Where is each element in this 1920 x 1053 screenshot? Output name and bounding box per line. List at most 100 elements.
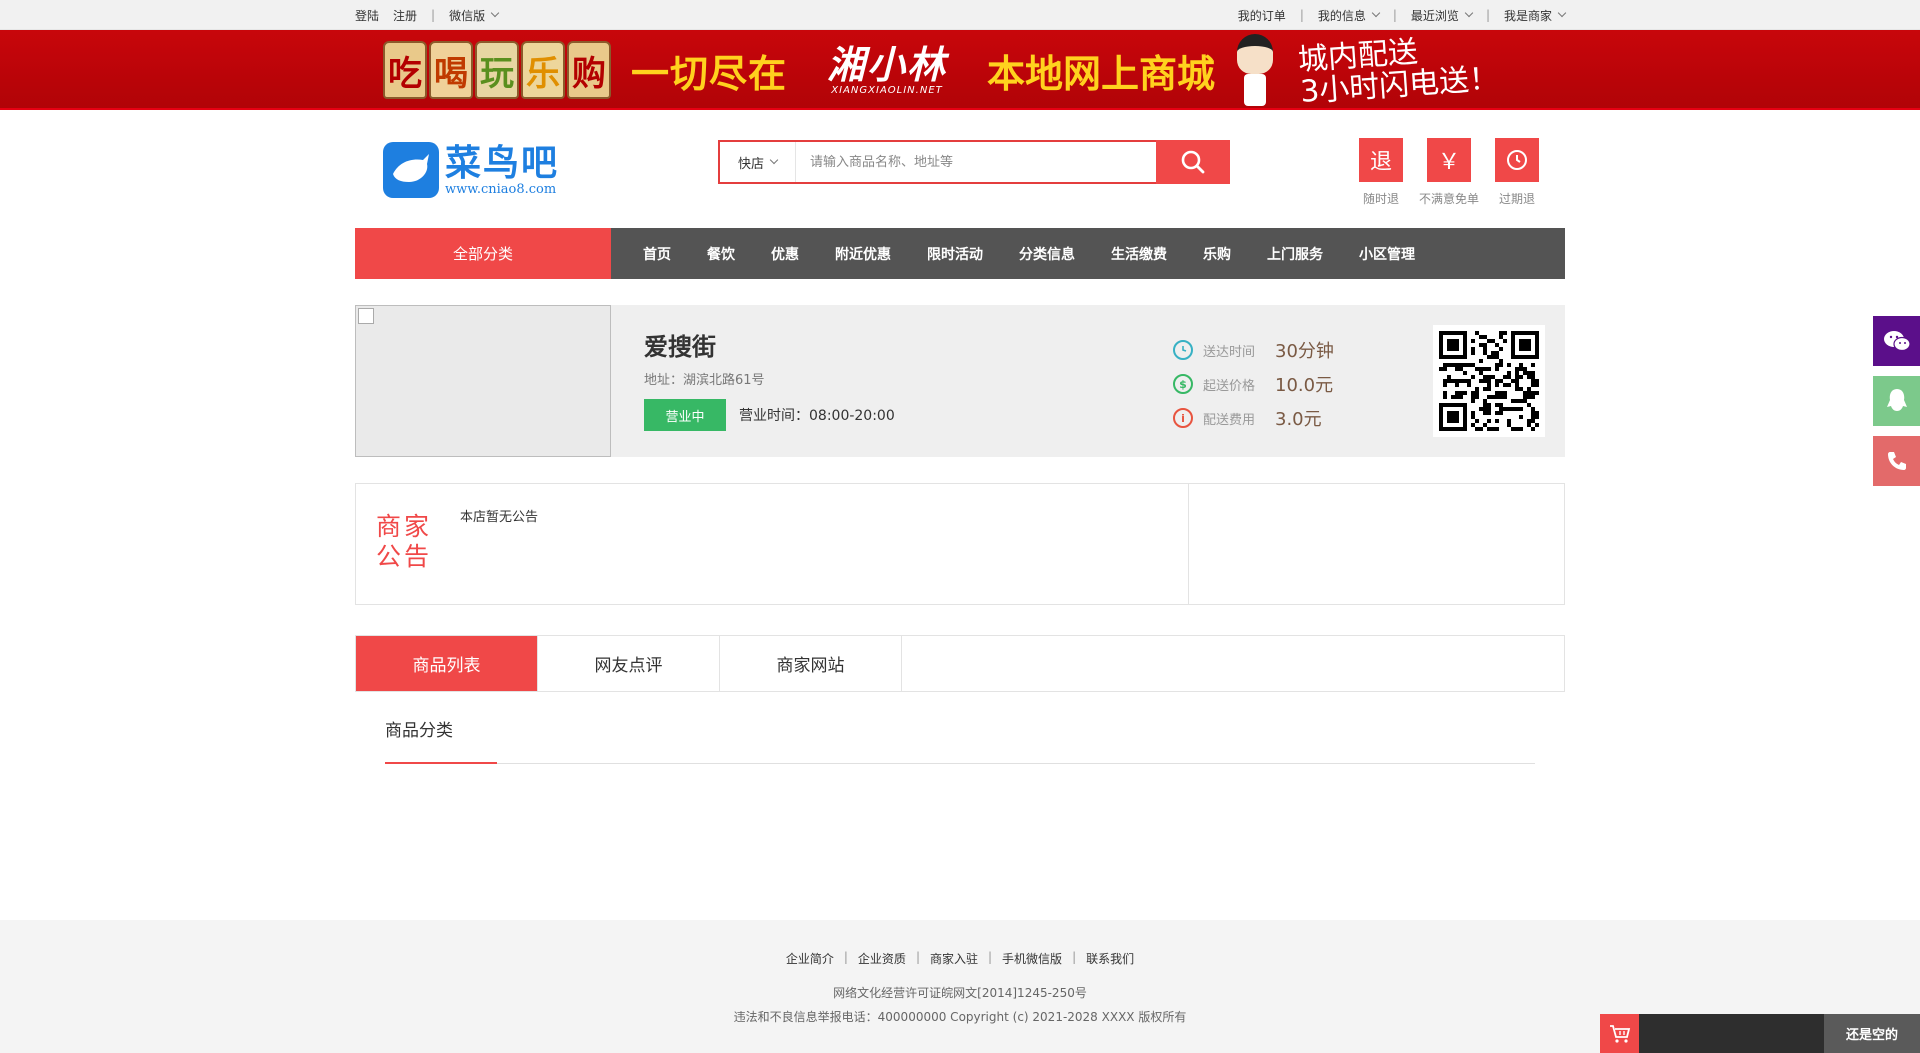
recent-menu[interactable]: 最近浏览	[1410, 7, 1474, 24]
main-nav: 全部分类 首页 餐饮 优惠 附近优惠 限时活动 分类信息 生活缴费 乐购 上门服…	[355, 228, 1565, 279]
wechat-icon	[1883, 331, 1911, 352]
all-categories-button[interactable]: 全部分类	[355, 228, 611, 279]
my-orders-link[interactable]: 我的订单	[1238, 7, 1286, 24]
search-button[interactable]	[1156, 140, 1230, 184]
my-info-label: 我的信息	[1317, 8, 1366, 23]
promise-free-if-unsatisfied: ￥ 不满意免单	[1415, 138, 1483, 207]
promise-expired-refund: 过期退	[1483, 138, 1551, 207]
notice-title: 商家公告	[376, 512, 433, 571]
banner-slogan-left: 一切尽在	[631, 51, 788, 96]
shop-address: 地址：湖滨北路61号	[644, 373, 765, 388]
shop-image	[355, 305, 611, 457]
nav-item-home[interactable]: 首页	[625, 244, 689, 264]
mascot-illustration	[1235, 32, 1275, 108]
stat-value: 30分钟	[1275, 341, 1334, 362]
promo-banner[interactable]: 吃 喝 玩 乐 购 一切尽在 湘小林 XIANGXIAOLIN.NET 本地网上…	[0, 30, 1920, 110]
tab-product-list[interactable]: 商品列表	[356, 636, 538, 691]
search-bar: 快店	[718, 140, 1230, 184]
login-link[interactable]: 登陆	[355, 7, 379, 24]
nav-item-dining[interactable]: 餐饮	[689, 244, 753, 264]
banner-tags: 吃 喝 玩 乐 购	[383, 41, 613, 99]
banner-brand: 湘小林 XIANGXIAOLIN.NET	[797, 43, 977, 97]
nav-item-classifieds[interactable]: 分类信息	[1001, 244, 1093, 264]
category-title: 商品分类	[385, 716, 1535, 764]
phone-button[interactable]	[1873, 436, 1920, 486]
stat-value: 10.0元	[1275, 375, 1334, 396]
nav-item-home-service[interactable]: 上门服务	[1249, 244, 1341, 264]
wechat-version-label: 微信版	[449, 8, 486, 23]
category-title-text: 商品分类	[385, 721, 453, 741]
shop-tabs: 商品列表 网友点评 商家网站	[355, 635, 1565, 692]
divider	[1188, 484, 1189, 604]
qq-icon	[1886, 389, 1907, 411]
service-promises: 退 随时退 ￥ 不满意免单 过期退	[1347, 138, 1551, 207]
qq-button[interactable]	[1873, 376, 1920, 426]
divider: |	[843, 950, 848, 964]
stat-label: 送达时间	[1203, 344, 1256, 360]
cart-bar[interactable]: 还是空的	[1600, 1014, 1920, 1053]
chevron-down-icon	[769, 155, 779, 165]
wechat-button[interactable]	[1873, 316, 1920, 366]
top-bar: 登陆 注册 | 微信版 我的订单 | 我的信息 | 最近浏览 | 我是商家	[0, 0, 1920, 30]
cart-summary	[1639, 1014, 1824, 1053]
product-categories: 商品分类	[385, 716, 1535, 764]
banner-tag: 喝	[429, 41, 473, 99]
footer-link-join[interactable]: 商家入驻	[930, 950, 978, 967]
clock-icon	[1495, 138, 1539, 182]
register-link[interactable]: 注册	[393, 7, 417, 24]
search-input[interactable]	[796, 142, 1156, 182]
nav-item-nearby-deals[interactable]: 附近优惠	[817, 244, 909, 264]
cart-status: 还是空的	[1824, 1014, 1920, 1053]
stat-label: 起送价格	[1203, 378, 1256, 394]
stat-min-order: $ 起送价格 10.0元	[1173, 367, 1334, 401]
shop-info: 爱搜街 地址：湖滨北路61号 营业中 营业时间：08:00-20:00 送达时间…	[355, 305, 1565, 457]
merchant-notice: 商家公告 本店暂无公告	[355, 483, 1565, 605]
stat-value: 3.0元	[1275, 409, 1322, 430]
divider: |	[431, 8, 436, 22]
banner-brand-name: 湘小林	[827, 42, 948, 87]
search-type-select[interactable]: 快店	[720, 142, 796, 182]
site-header: 菜鸟吧 www.cniao8.com 快店 退 随时退 ￥ 不满意免单	[0, 110, 1920, 228]
banner-tag: 乐	[521, 41, 565, 99]
footer-link-mobile[interactable]: 手机微信版	[1002, 950, 1062, 967]
stat-delivery-fee: i 配送费用 3.0元	[1173, 401, 1334, 435]
nav-item-shopping[interactable]: 乐购	[1185, 244, 1249, 264]
cart-icon[interactable]	[1600, 1014, 1639, 1053]
logo-url: www.cniao8.com	[445, 181, 557, 197]
my-info-menu[interactable]: 我的信息	[1317, 7, 1381, 24]
qr-code	[1433, 325, 1545, 437]
banner-tag: 玩	[475, 41, 519, 99]
nav-item-flash-sale[interactable]: 限时活动	[909, 244, 1001, 264]
banner-slogan-right: 本地网上商城	[987, 51, 1216, 96]
promise-label: 过期退	[1498, 192, 1535, 206]
footer-links: 企业简介 | 企业资质 | 商家入驻 | 手机微信版 | 联系我们	[0, 950, 1920, 967]
footer-link-about[interactable]: 企业简介	[786, 950, 834, 967]
active-underline	[385, 762, 497, 764]
divider: |	[1072, 950, 1077, 964]
wechat-version-menu[interactable]: 微信版	[449, 7, 500, 24]
divider: |	[988, 950, 993, 964]
clock-icon	[1173, 340, 1193, 360]
divider: |	[1299, 8, 1304, 22]
site-logo[interactable]: 菜鸟吧 www.cniao8.com	[383, 142, 559, 198]
nav-item-deals[interactable]: 优惠	[753, 244, 817, 264]
promise-label: 不满意免单	[1418, 192, 1479, 206]
divider: |	[915, 950, 920, 964]
nav-item-community[interactable]: 小区管理	[1341, 244, 1433, 264]
refund-icon: 退	[1359, 138, 1403, 182]
footer-link-qualification[interactable]: 企业资质	[858, 950, 906, 967]
notice-text: 本店暂无公告	[460, 510, 539, 525]
tab-merchant-site[interactable]: 商家网站	[720, 636, 902, 691]
chevron-down-icon	[1464, 8, 1474, 18]
nav-item-bill-pay[interactable]: 生活缴费	[1093, 244, 1185, 264]
search-icon	[1181, 150, 1205, 174]
merchant-menu[interactable]: 我是商家	[1504, 7, 1567, 24]
recent-label: 最近浏览	[1410, 8, 1459, 23]
divider: |	[1485, 8, 1490, 22]
dollar-icon: $	[1173, 374, 1193, 394]
shop-name: 爱搜街	[644, 333, 716, 361]
divider: |	[1392, 8, 1397, 22]
tab-reviews[interactable]: 网友点评	[538, 636, 720, 691]
footer-link-contact[interactable]: 联系我们	[1086, 950, 1134, 967]
promise-label: 随时退	[1362, 192, 1399, 206]
